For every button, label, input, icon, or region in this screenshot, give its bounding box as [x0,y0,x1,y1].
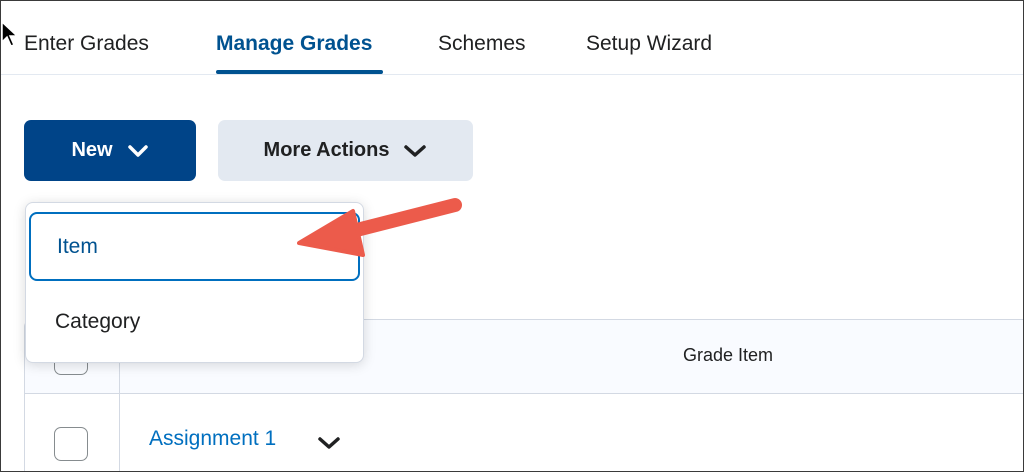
annotation-arrow-icon [297,198,462,257]
new-button-label: New [71,139,113,161]
assignment-1-link[interactable]: Assignment 1 [149,427,276,451]
menu-item-label: Category [55,309,141,333]
tab-manage-grades[interactable]: Manage Grades [216,32,372,56]
more-actions-button[interactable]: More Actions [218,120,473,181]
row-divider [25,393,1023,394]
menu-item-category[interactable]: Category [29,287,360,356]
mouse-pointer-icon [1,21,19,47]
tabs-divider [1,74,1023,75]
tab-setup-wizard[interactable]: Setup Wizard [586,32,712,56]
row-checkbox[interactable] [54,427,88,461]
chevron-down-icon[interactable] [317,435,341,451]
grade-item-column-header: Grade Item [682,345,774,365]
new-button[interactable]: New [24,120,196,181]
app-window: Enter Grades Manage Grades Schemes Setup… [0,0,1024,472]
chevron-down-icon [127,144,148,157]
tab-enter-grades[interactable]: Enter Grades [24,32,149,56]
chevron-down-icon [404,144,427,157]
tab-schemes[interactable]: Schemes [438,32,526,56]
more-actions-label: More Actions [263,139,390,161]
menu-item-label: Item [57,234,98,258]
